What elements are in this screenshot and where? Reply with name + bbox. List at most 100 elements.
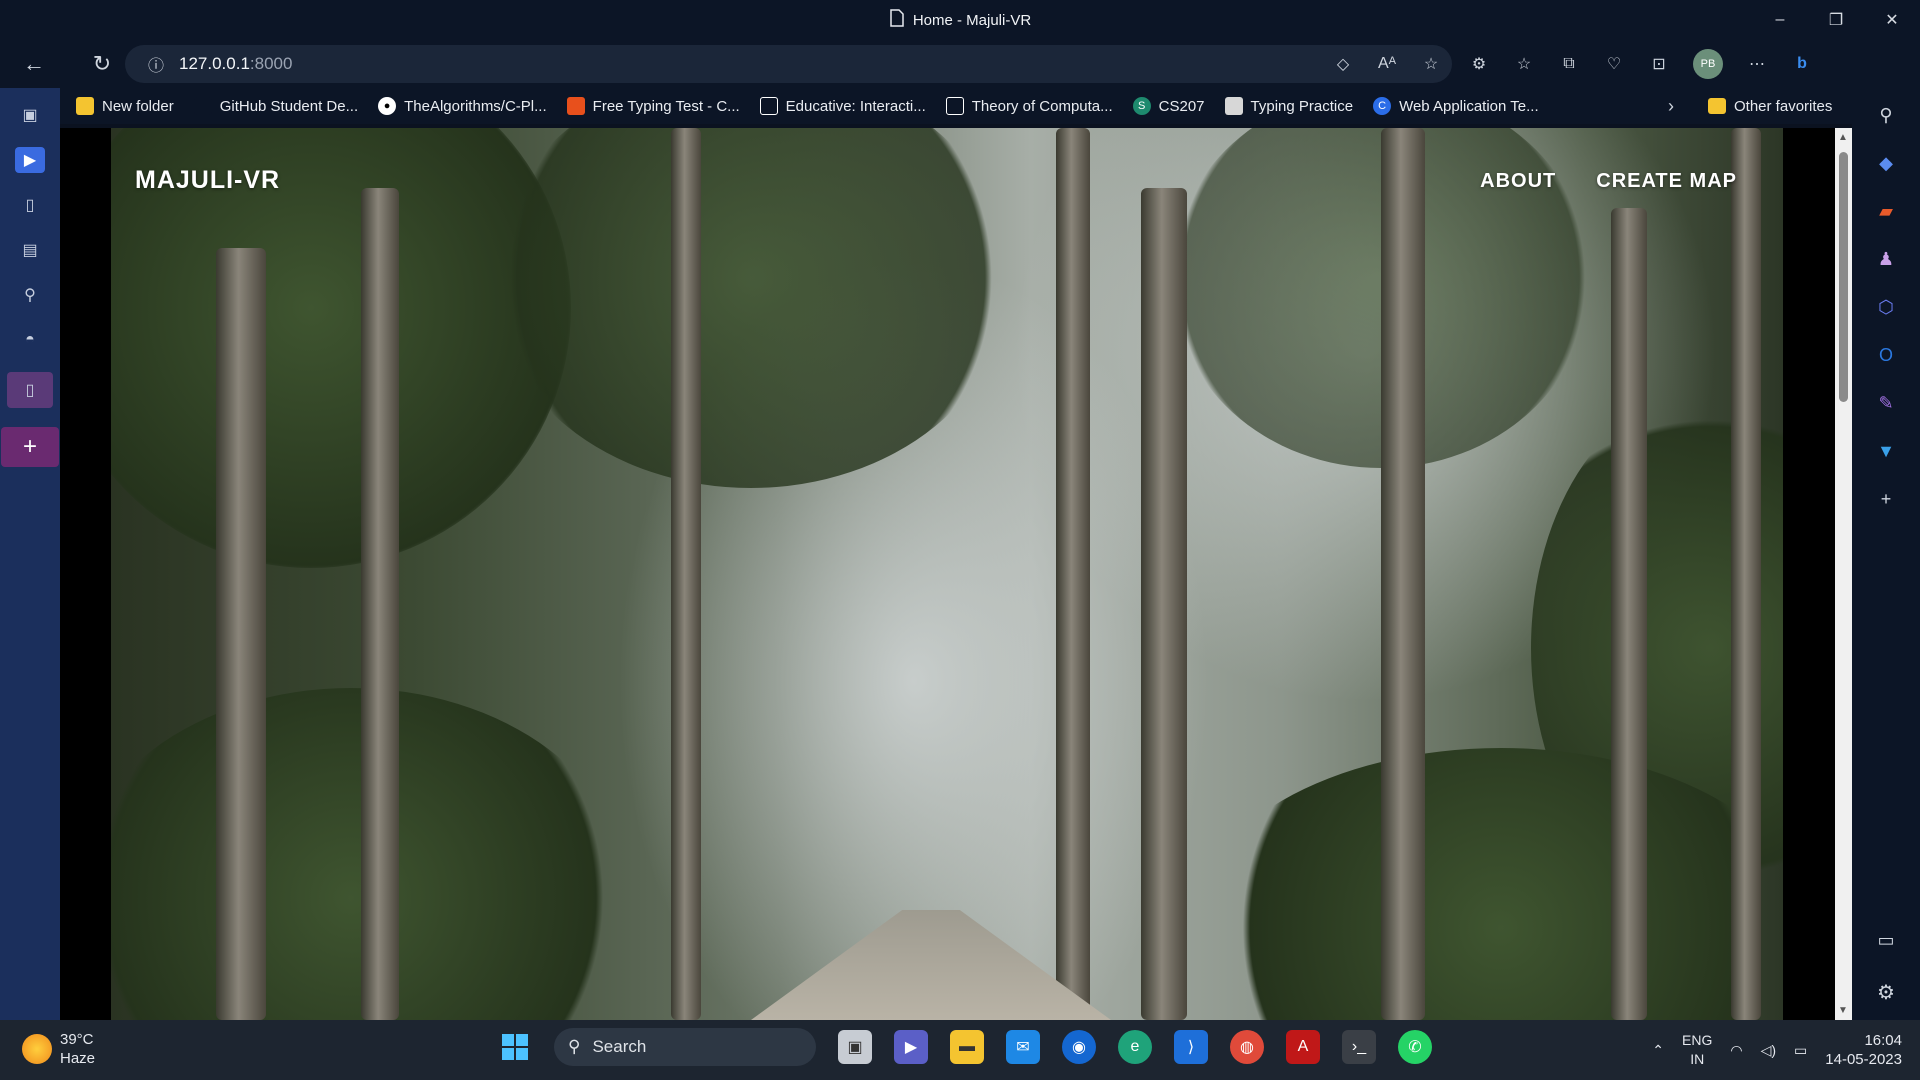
favorite-item[interactable]: S CS207 (1132, 97, 1205, 115)
settings-gear-icon[interactable]: ⚙ (1852, 980, 1920, 1005)
typing-practice-icon (1224, 97, 1243, 115)
favorite-item[interactable]: New folder (76, 97, 174, 115)
weather-condition: Haze (60, 1050, 96, 1067)
copilot-icon[interactable]: ⬡ (1873, 294, 1899, 320)
more-menu-icon[interactable]: ⋯ (1746, 53, 1768, 75)
terminal-icon[interactable]: ›_ (1342, 1030, 1376, 1064)
scroll-up-icon[interactable]: ▲ (1838, 132, 1848, 143)
hide-sidebar-icon[interactable]: ▭ (1852, 930, 1920, 951)
wifi-icon[interactable]: ◠ (1730, 1042, 1742, 1059)
windows-taskbar: 39°C Haze ⚲ Search ▣ ▶ ▬ ✉ ◉ e ⟩ ◍ A ›_ … (0, 1020, 1920, 1080)
outlook-icon[interactable]: O (1873, 342, 1899, 368)
favorite-item[interactable]: Theory of Computa... (945, 97, 1113, 115)
github-icon: ● (378, 97, 397, 115)
acrobat-icon[interactable]: A (1286, 1030, 1320, 1064)
restore-button[interactable]: ❐ (1808, 0, 1864, 40)
refresh-button[interactable]: ↻ (80, 42, 124, 86)
games-icon[interactable]: ♟ (1873, 246, 1899, 272)
language-indicator[interactable]: ENG IN (1682, 1031, 1712, 1069)
chevron-right-icon[interactable]: › (1668, 88, 1674, 124)
vscode-icon[interactable]: ⟩ (1174, 1030, 1208, 1064)
active-tab-page-icon[interactable]: ▯ (7, 372, 53, 408)
window-title-text: Home - Majuli-VR (912, 11, 1032, 29)
page-icon (945, 97, 964, 115)
address-bar[interactable]: ⓘ 127.0.0.1:8000 ◇ Aᴬ ☆ (125, 45, 1452, 83)
youtube-tab-icon[interactable]: ▶ (15, 147, 45, 173)
sharepoint-icon: S (1132, 97, 1151, 115)
favorites-icon[interactable]: ☆ (1513, 53, 1535, 75)
chevron-up-icon[interactable]: ⌃ (1652, 1042, 1664, 1059)
tag-icon[interactable]: ◇ (1332, 53, 1354, 75)
weather-widget[interactable]: 39°C Haze (22, 1030, 95, 1068)
minimize-button[interactable]: – (1752, 0, 1808, 40)
profile-avatar[interactable]: PB (1693, 49, 1723, 79)
bing-copilot-icon[interactable]: b (1791, 53, 1813, 75)
other-favorites[interactable]: Other favorites (1708, 88, 1832, 124)
add-favorite-icon[interactable]: ☆ (1420, 53, 1442, 75)
haze-weather-icon (22, 1034, 52, 1064)
battery-icon[interactable]: ▭ (1794, 1042, 1807, 1059)
whatsapp-icon[interactable]: ✆ (1398, 1030, 1432, 1064)
browser-toolbar: ← ↻ ⓘ 127.0.0.1:8000 ◇ Aᴬ ☆ ⚙ ☆ ⧉ ♡ ⊡ PB… (0, 40, 1920, 88)
page-icon (889, 9, 905, 31)
clock[interactable]: 16:04 14-05-2023 (1825, 1031, 1902, 1069)
search-tab-icon[interactable]: ⚲ (15, 282, 45, 308)
nav-about-link[interactable]: ABOUT (1480, 170, 1556, 193)
c-icon: C (1373, 97, 1392, 115)
firefox-icon[interactable]: ◉ (1062, 1030, 1096, 1064)
vertical-tabs-sidebar: ▣ ▶ ▯ ▤ ⚲ ◓ ▯ + (0, 88, 60, 1020)
favorites-bar: New folder GitHub Student De... ● TheAlg… (60, 88, 1860, 124)
typing-test-icon (566, 97, 585, 115)
scroll-down-icon[interactable]: ▼ (1838, 1005, 1848, 1016)
github-student-icon (193, 97, 212, 115)
read-aloud-icon[interactable]: Aᴬ (1376, 53, 1398, 75)
taskbar-search[interactable]: ⚲ Search (554, 1028, 816, 1066)
browser-essentials-icon[interactable]: ♡ (1603, 53, 1625, 75)
hero-forest-image: MAJULI-VR ABOUT CREATE MAP (111, 128, 1783, 1020)
add-sidebar-app-icon[interactable]: + (1873, 486, 1899, 512)
url-text[interactable]: 127.0.0.1:8000 (179, 54, 292, 74)
new-tab-button[interactable]: + (1, 427, 59, 467)
file-explorer-icon[interactable]: ▬ (950, 1030, 984, 1064)
favorite-item[interactable]: ● TheAlgorithms/C-Pl... (378, 97, 547, 115)
page-scrollbar[interactable]: ▲ ▼ (1835, 128, 1852, 1020)
favorite-item[interactable]: Typing Practice (1224, 97, 1353, 115)
scrollbar-thumb[interactable] (1839, 152, 1848, 402)
clock-date: 14-05-2023 (1825, 1051, 1902, 1068)
page-viewport: MAJULI-VR ABOUT CREATE MAP ▲ ▼ (60, 128, 1852, 1020)
drop-icon[interactable]: ▼ (1873, 438, 1899, 464)
page-tab-icon[interactable]: ▯ (15, 192, 45, 218)
back-button[interactable]: ← (12, 42, 56, 86)
windows-start-icon[interactable] (498, 1030, 532, 1064)
favorite-item[interactable]: C Web Application Te... (1373, 97, 1539, 115)
task-view-icon[interactable]: ▣ (838, 1030, 872, 1064)
close-button[interactable]: ✕ (1864, 0, 1920, 40)
screenshot-icon[interactable]: ⊡ (1648, 53, 1670, 75)
info-icon[interactable]: ⓘ (145, 53, 167, 75)
nav-create-map-link[interactable]: CREATE MAP (1596, 170, 1737, 193)
teams-chat-icon[interactable]: ▶ (894, 1030, 928, 1064)
search-icon[interactable]: ⚲ (1873, 102, 1899, 128)
chrome-icon[interactable]: ◍ (1230, 1030, 1264, 1064)
extensions-icon[interactable]: ⚙ (1468, 53, 1490, 75)
system-tray: ⌃ ENG IN ◠ ◁) ▭ 16:04 14-05-2023 (1652, 1020, 1902, 1080)
designer-icon[interactable]: ✎ (1873, 390, 1899, 416)
mail-icon[interactable]: ✉ (1006, 1030, 1040, 1064)
folder-icon (76, 97, 94, 115)
site-nav: ABOUT CREATE MAP (1480, 170, 1737, 193)
collections-icon[interactable]: ⧉ (1558, 53, 1580, 75)
site-logo[interactable]: MAJULI-VR (135, 166, 280, 195)
tools-icon[interactable]: ▰ (1873, 198, 1899, 224)
controller-tab-icon[interactable]: ◓ (15, 327, 45, 353)
favorite-item[interactable]: Educative: Interacti... (759, 97, 926, 115)
calendar-tab-icon[interactable]: ▤ (15, 237, 45, 263)
tab-actions-icon[interactable]: ▣ (15, 102, 45, 128)
volume-icon[interactable]: ◁) (1761, 1042, 1776, 1059)
favorite-item[interactable]: Free Typing Test - C... (566, 97, 740, 115)
favorite-item[interactable]: GitHub Student De... (193, 97, 358, 115)
weather-temp: 39°C (60, 1031, 94, 1048)
clock-time: 16:04 (1864, 1032, 1902, 1049)
title-bar: Home - Majuli-VR – ❐ ✕ (0, 0, 1920, 40)
edge-icon[interactable]: e (1118, 1030, 1152, 1064)
shopping-tag-icon[interactable]: ◆ (1873, 150, 1899, 176)
